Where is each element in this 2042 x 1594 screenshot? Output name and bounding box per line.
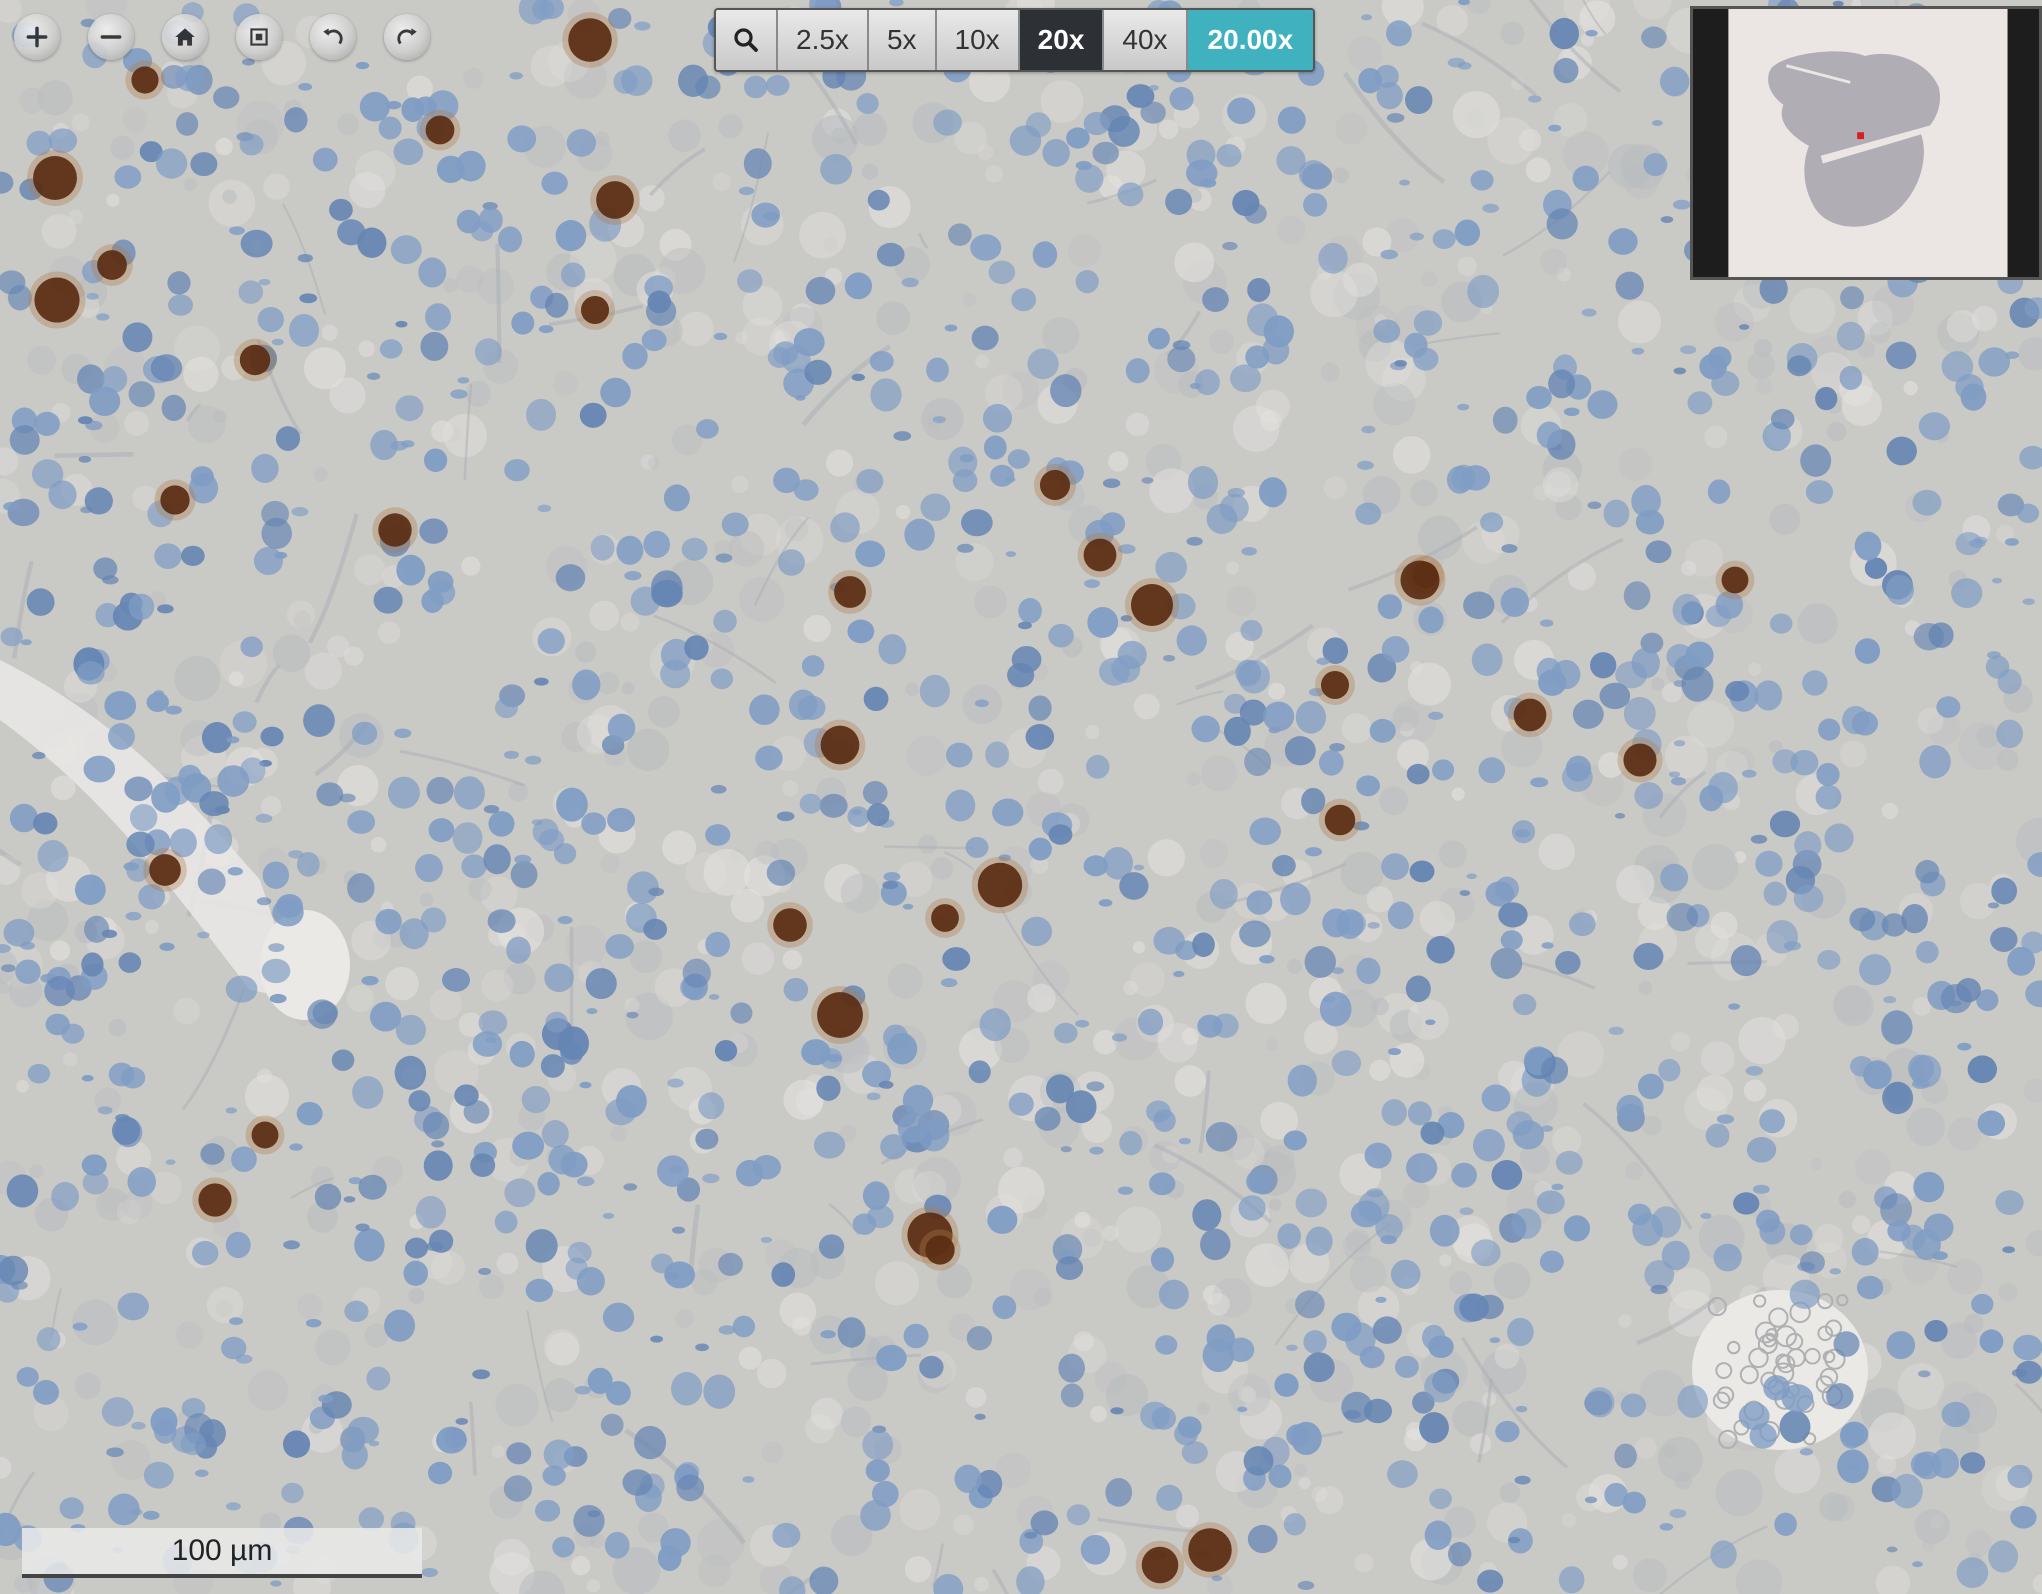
overview-thumbnail [1693, 9, 2039, 277]
plus-icon [26, 26, 48, 48]
magnification-20x-button[interactable]: 20x [1019, 10, 1105, 70]
scale-bar: 100 µm [22, 1528, 422, 1578]
magnification-5x-button[interactable]: 5x [868, 10, 937, 70]
magnification-toolbar: 2.5x 5x 10x 20x 40x 20.00x [714, 8, 1316, 72]
scale-bar-label: 100 µm [171, 1534, 273, 1567]
magnification-40x-button[interactable]: 40x [1104, 10, 1188, 70]
fullscreen-icon [250, 28, 268, 46]
home-icon [175, 28, 195, 46]
home-button[interactable] [162, 14, 208, 60]
magnification-10x-button[interactable]: 10x [936, 10, 1020, 70]
minus-icon [100, 35, 122, 39]
overview-minimap[interactable] [1690, 6, 2042, 280]
rotate-right-icon [397, 28, 417, 45]
rotate-right-button[interactable] [384, 14, 430, 60]
magnification-2-5x-button[interactable]: 2.5x [778, 10, 869, 70]
rotate-left-button[interactable] [310, 14, 356, 60]
current-zoom-indicator[interactable]: 20.00x [1187, 10, 1314, 70]
fullscreen-button[interactable] [236, 14, 282, 60]
magnifier-icon [734, 28, 758, 52]
zoom-tool-button[interactable] [716, 10, 778, 70]
rotate-left-icon [323, 28, 343, 45]
viewport-indicator [1857, 132, 1865, 140]
navigation-controls [14, 14, 430, 60]
zoom-out-button[interactable] [88, 14, 134, 60]
slide-viewer[interactable]: 2.5x 5x 10x 20x 40x 20.00x 100 µm [0, 0, 2042, 1594]
zoom-in-button[interactable] [14, 14, 60, 60]
